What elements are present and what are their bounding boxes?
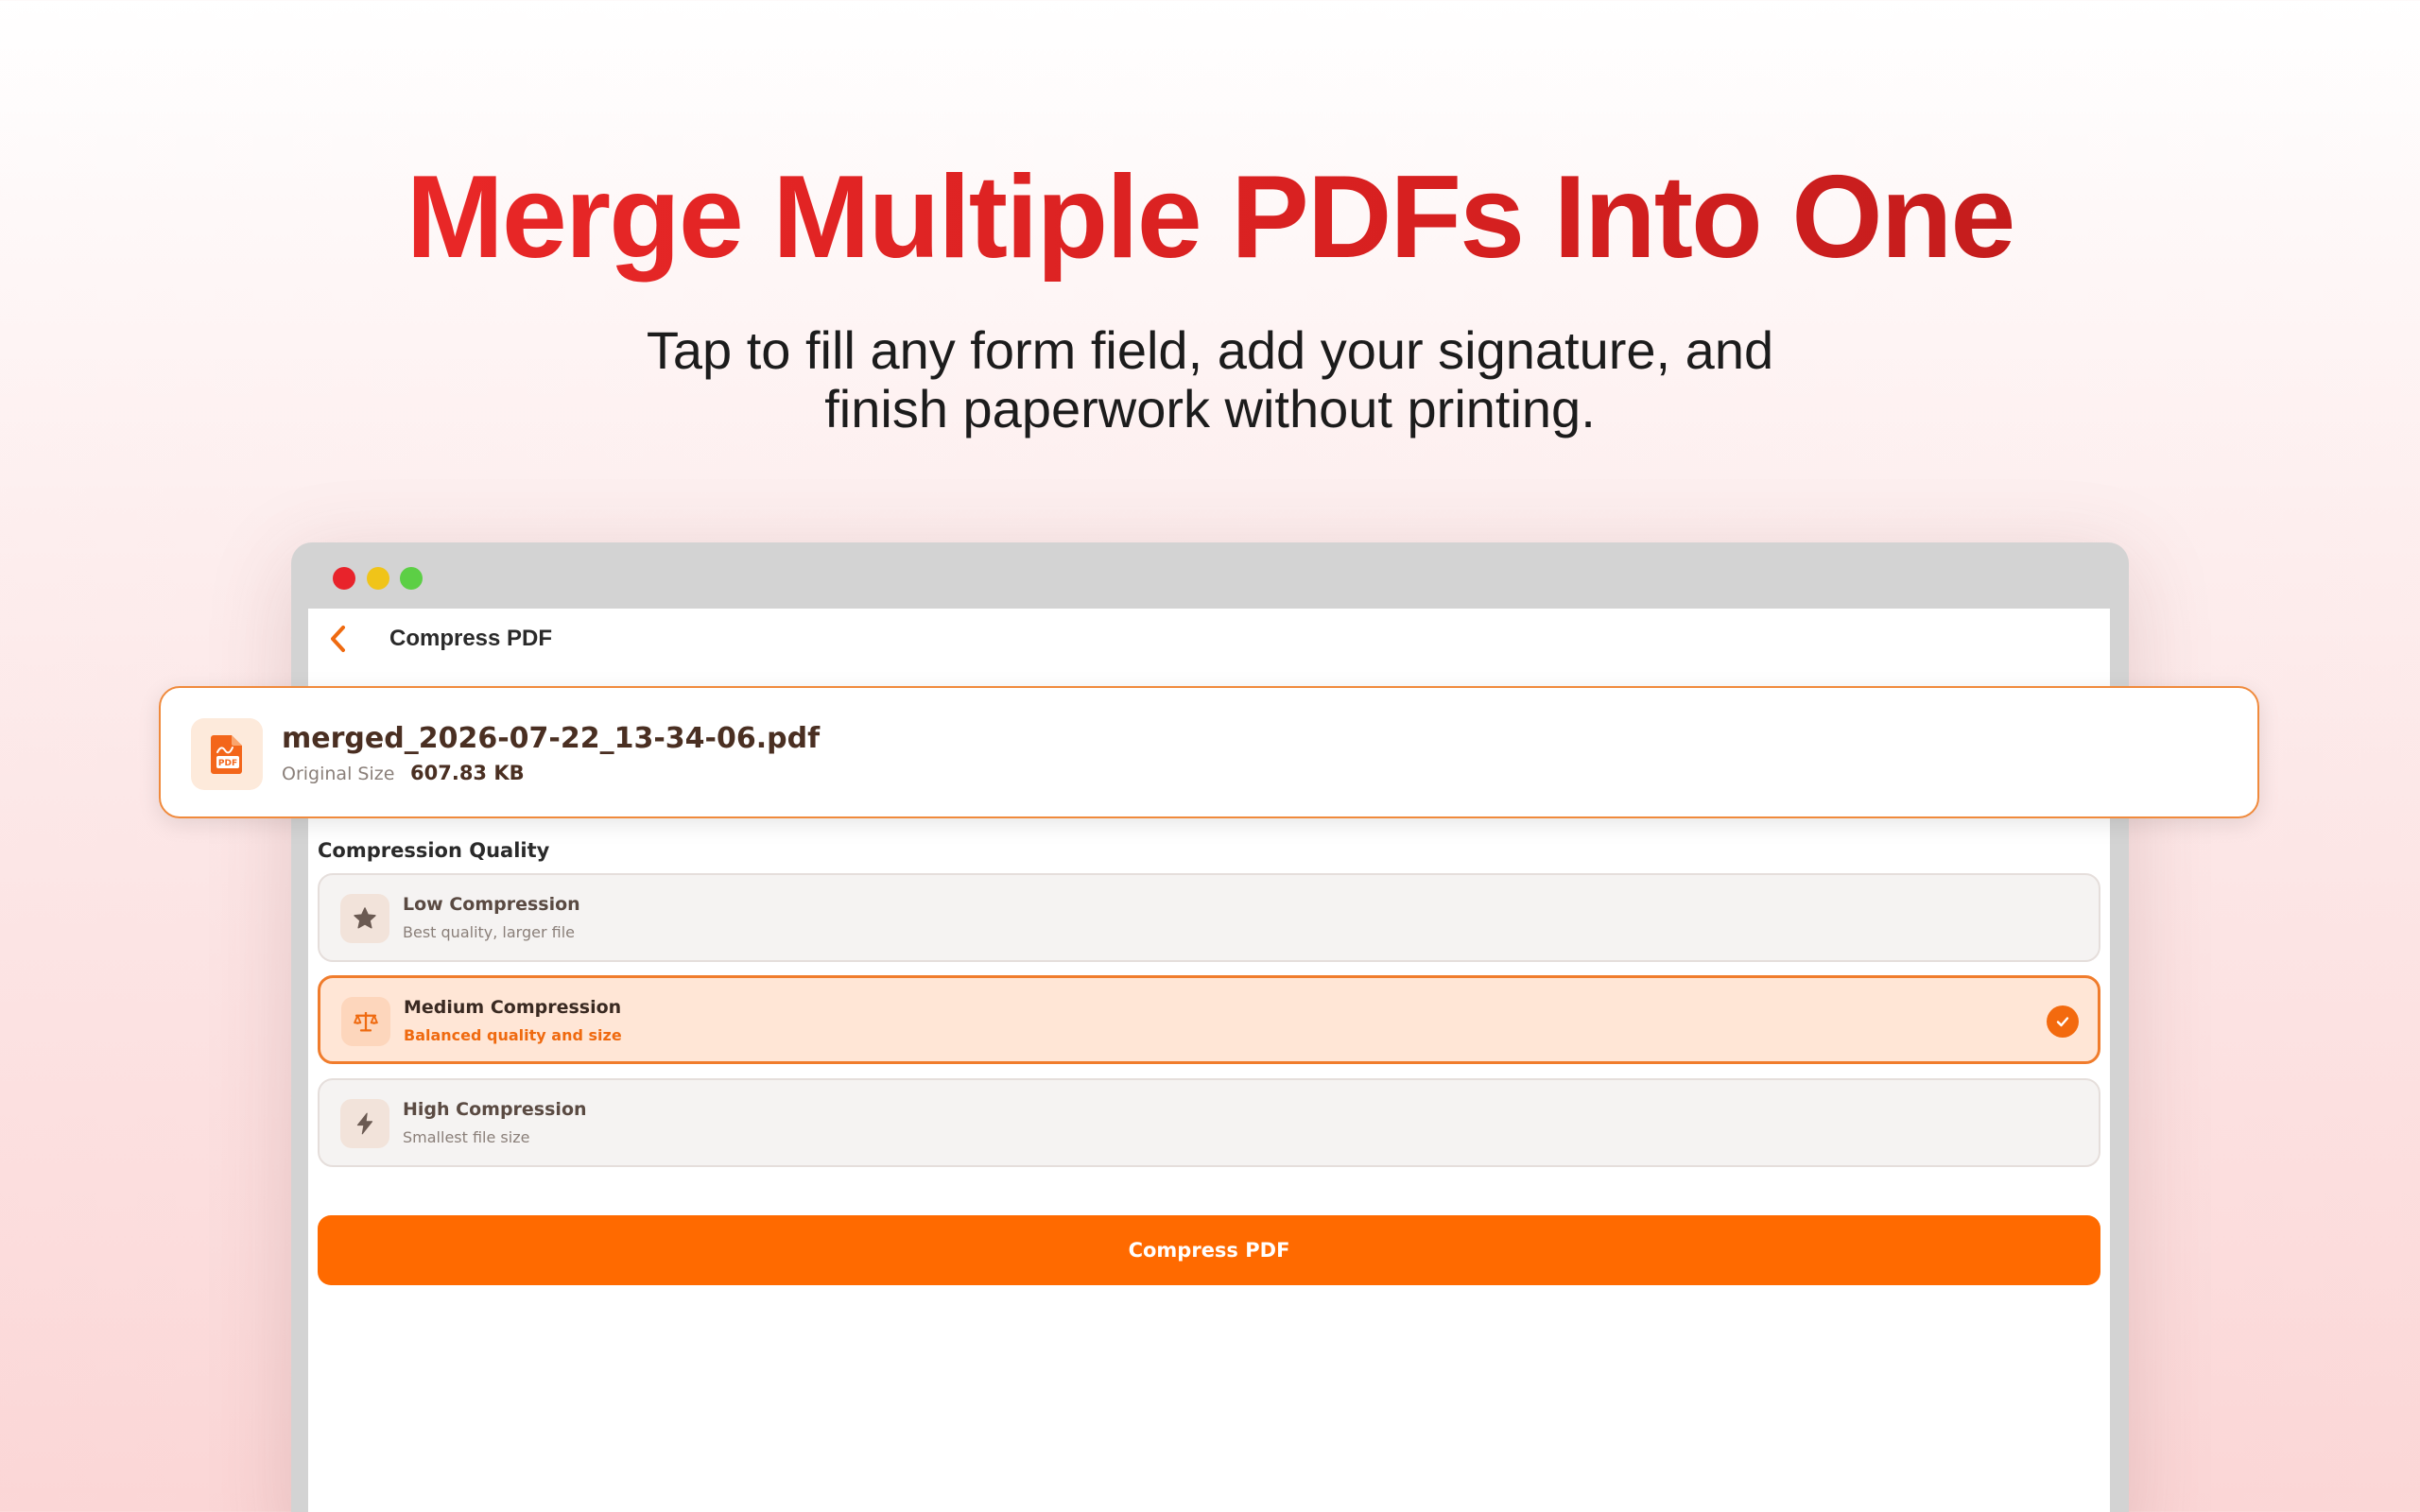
option-subtitle: Best quality, larger file xyxy=(403,923,575,941)
option-subtitle: Balanced quality and size xyxy=(404,1026,622,1044)
star-icon xyxy=(354,907,376,929)
balance-scale-icon xyxy=(354,1012,378,1032)
page-title: Compress PDF xyxy=(389,626,553,651)
file-icon-box: PDF xyxy=(191,718,263,790)
selected-check-icon xyxy=(2047,1005,2079,1038)
file-info-card: PDF merged_2026-07-22_13-34-06.pdf Origi… xyxy=(159,686,2259,818)
app-header: Compress PDF xyxy=(308,609,2110,669)
compression-quality-label: Compression Quality xyxy=(318,839,550,862)
back-button[interactable] xyxy=(321,622,355,656)
option-high-compression[interactable]: High Compression Smallest file size xyxy=(318,1078,2100,1167)
compress-pdf-button[interactable]: Compress PDF xyxy=(318,1215,2100,1285)
option-subtitle: Smallest file size xyxy=(403,1128,530,1146)
hero-title: Merge Multiple PDFs Into One xyxy=(0,151,2420,284)
option-icon-box xyxy=(340,894,389,943)
hero-subtitle-line-2: finish paperwork without printing. xyxy=(824,379,1596,438)
window-close-button[interactable] xyxy=(333,567,355,590)
option-medium-compression[interactable]: Medium Compression Balanced quality and … xyxy=(318,975,2100,1064)
lightning-bolt-icon xyxy=(356,1112,373,1135)
svg-text:PDF: PDF xyxy=(218,759,237,768)
option-low-compression[interactable]: Low Compression Best quality, larger fil… xyxy=(318,873,2100,962)
original-size-label: Original Size xyxy=(282,764,395,784)
original-size-value: 607.83 KB xyxy=(410,762,525,784)
file-name: merged_2026-07-22_13-34-06.pdf xyxy=(282,722,821,755)
hero-subtitle-line-1: Tap to fill any form field, add your sig… xyxy=(646,320,1774,380)
option-title: Medium Compression xyxy=(404,997,622,1018)
option-title: Low Compression xyxy=(403,894,580,915)
window-zoom-button[interactable] xyxy=(400,567,423,590)
pdf-file-icon: PDF xyxy=(211,735,242,774)
option-icon-box xyxy=(341,997,390,1046)
hero-subtitle: Tap to fill any form field, add your sig… xyxy=(0,321,2420,438)
window-minimize-button[interactable] xyxy=(367,567,389,590)
option-icon-box xyxy=(340,1099,389,1148)
option-title: High Compression xyxy=(403,1099,587,1120)
chevron-left-icon xyxy=(331,626,345,652)
